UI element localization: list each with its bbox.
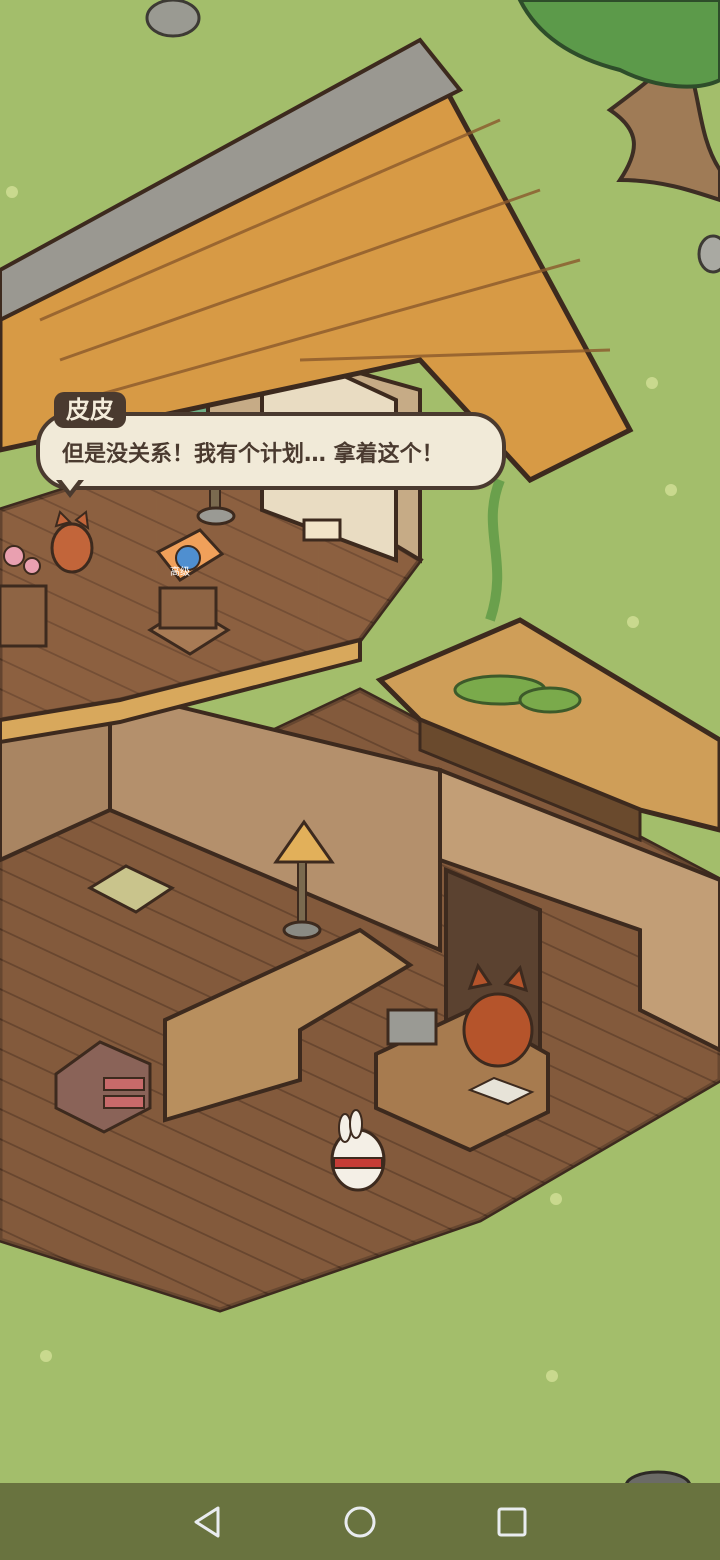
tree [517,0,720,203]
recents-button[interactable] [490,1500,534,1544]
back-button[interactable] [184,1500,228,1544]
home-icon [344,1506,376,1538]
poster-text: 高级 [170,565,190,578]
candy-pedestal[interactable] [0,545,48,648]
rock-bottom [625,1470,691,1483]
bubble-tail-inner [60,478,80,491]
home-button[interactable] [338,1500,382,1544]
speaker-name: 皮皮 [54,392,126,428]
rock-right [697,234,720,274]
recents-icon [497,1507,527,1537]
dialogue-text: 但是没关系！我有个计划… 拿着这个！ [62,442,444,467]
back-icon [194,1506,220,1538]
rock-top [145,0,201,38]
game-scene[interactable]: 高级 [0,0,720,1483]
poster-pedestal[interactable]: 高级 [147,528,231,656]
